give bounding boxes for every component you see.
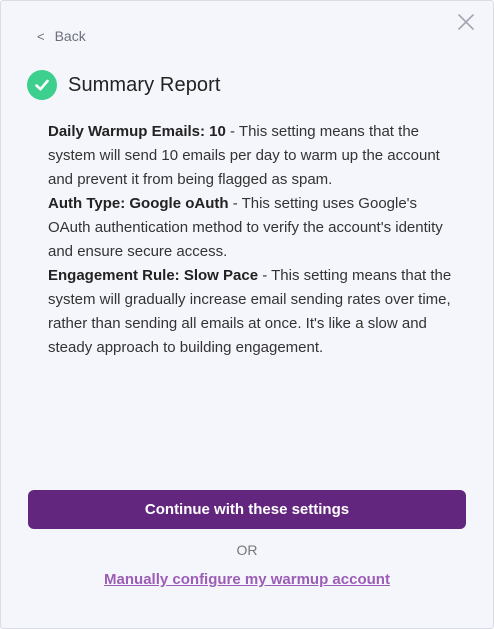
chevron-left-icon: < [37,28,45,44]
check-circle-icon [27,70,57,100]
continue-button[interactable]: Continue with these settings [28,490,466,529]
summary-item-auth-type: Auth Type: Google oAuth - This setting u… [48,192,460,264]
back-label: Back [54,28,86,44]
summary-item-label: Daily Warmup Emails: 10 [48,123,226,140]
close-icon [458,14,474,30]
report-header: Summary Report [27,70,221,100]
summary-text: Daily Warmup Emails: 10 - This setting m… [48,120,460,360]
back-link[interactable]: < Back [37,28,86,44]
summary-item-warmup-emails: Daily Warmup Emails: 10 - This setting m… [48,120,460,192]
summary-dialog: < Back Summary Report Daily Warmup Email… [0,0,494,629]
summary-item-label: Auth Type: Google oAuth [48,195,229,212]
or-divider: OR [236,542,258,558]
close-button[interactable] [457,13,475,31]
summary-item-label: Engagement Rule: Slow Pace [48,267,259,284]
manual-configure-link[interactable]: Manually configure my warmup account [1,571,493,588]
page-title: Summary Report [68,73,221,96]
summary-item-engagement-rule: Engagement Rule: Slow Pace - This settin… [48,264,460,360]
